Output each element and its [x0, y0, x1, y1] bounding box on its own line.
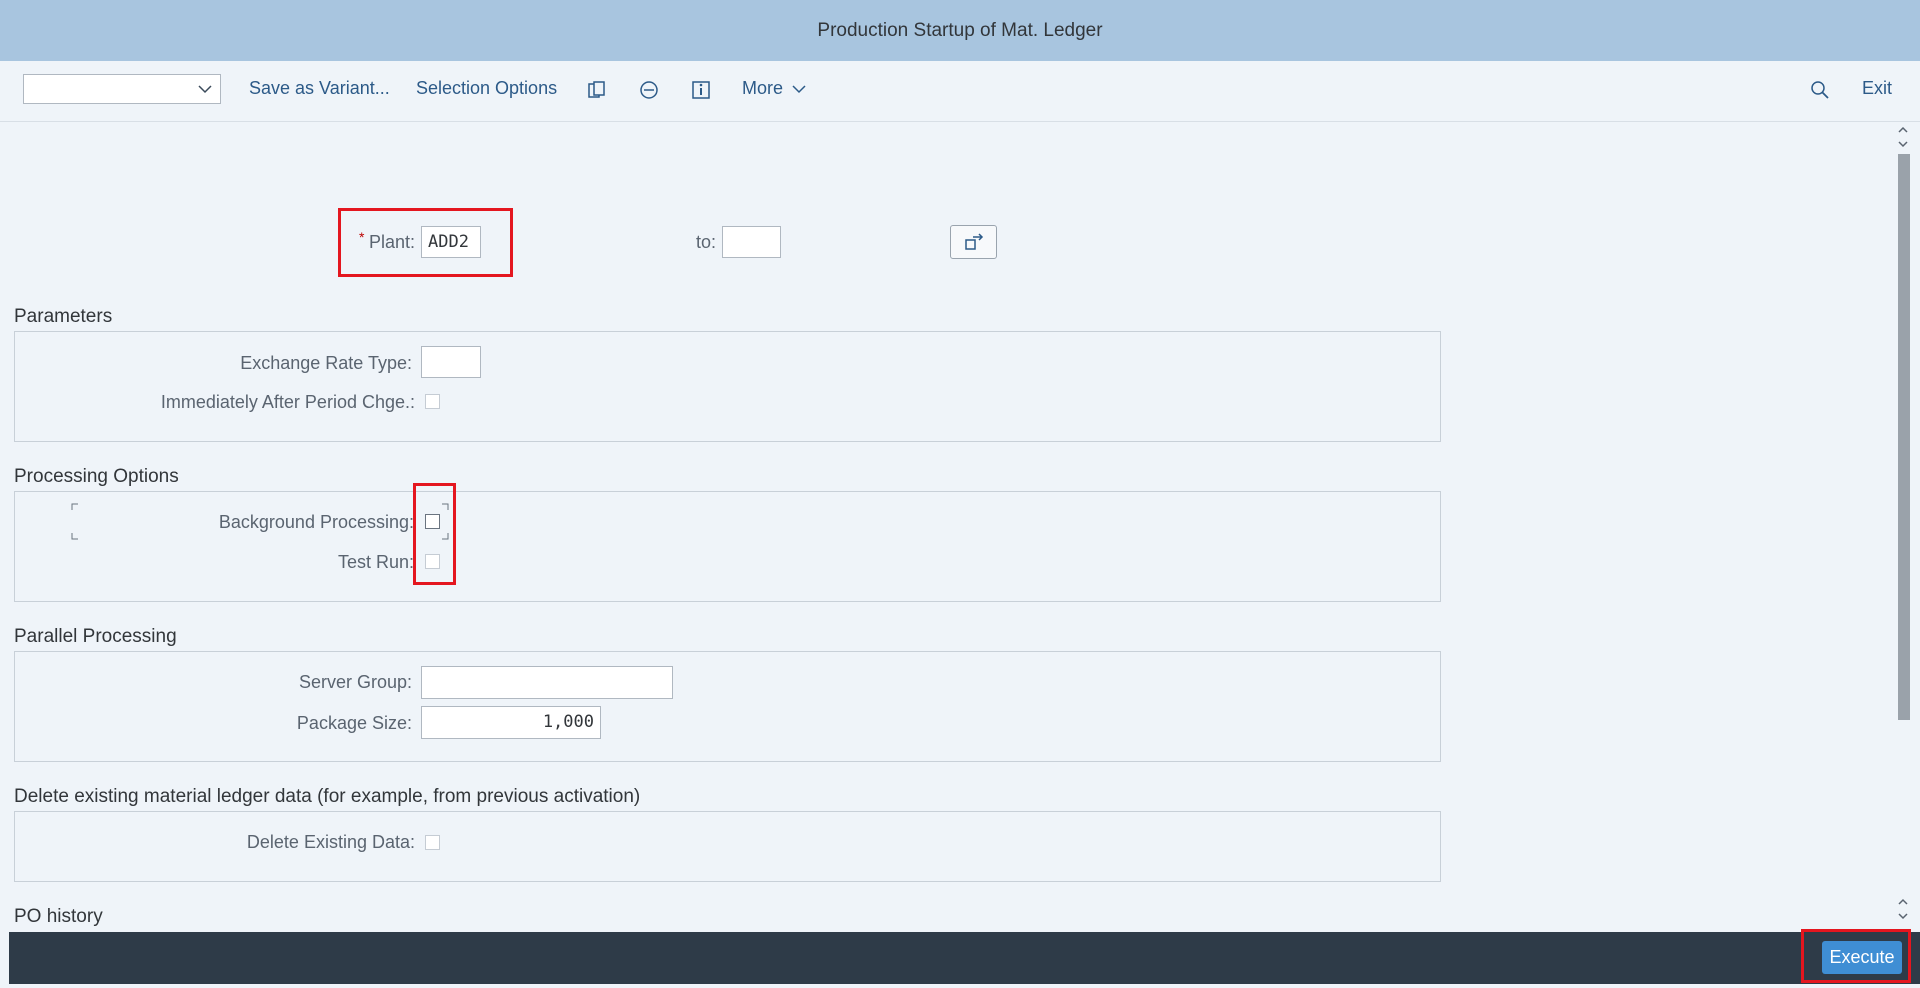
delete-existing-data-label: Delete Existing Data:	[246, 832, 415, 852]
chevron-down-icon	[792, 85, 806, 94]
exchange-rate-type-input[interactable]	[421, 346, 481, 378]
processing-options-group	[14, 491, 1441, 602]
section-po-history-title: PO history	[14, 906, 103, 927]
package-size-input[interactable]: 1,000	[421, 706, 601, 739]
chevron-down-icon	[198, 85, 212, 94]
delete-data-group	[14, 811, 1441, 882]
section-parameters-title: Parameters	[14, 306, 113, 327]
server-group-input[interactable]	[421, 666, 673, 699]
after-period-change-label: Immediately After Period Chge.:	[160, 392, 415, 412]
copy-icon[interactable]	[587, 80, 607, 100]
footer-bar	[9, 932, 1920, 984]
delete-existing-data-checkbox[interactable]	[425, 835, 440, 850]
more-button[interactable]: More	[742, 78, 807, 99]
test-run-label: Test Run:	[337, 552, 414, 572]
highlight-box	[1801, 929, 1911, 983]
more-label: More	[742, 78, 784, 98]
to-label: to:	[696, 232, 717, 252]
background-processing-label: Background Processing:	[218, 512, 414, 532]
minus-circle-icon[interactable]	[639, 80, 659, 100]
multiple-selection-icon	[964, 233, 983, 250]
exchange-rate-type-label: Exchange Rate Type:	[240, 353, 412, 373]
focus-corner-icon	[71, 503, 78, 540]
search-icon[interactable]	[1810, 80, 1830, 100]
scroll-thumb[interactable]	[1898, 154, 1910, 720]
section-processing-options-title: Processing Options	[14, 466, 179, 487]
multiple-selection-button[interactable]	[950, 225, 997, 259]
save-as-variant-button[interactable]: Save as Variant...	[249, 78, 390, 99]
exit-button[interactable]: Exit	[1862, 78, 1892, 99]
highlight-box	[413, 483, 456, 585]
section-parallel-processing-title: Parallel Processing	[14, 626, 177, 647]
selection-options-button[interactable]: Selection Options	[416, 78, 557, 99]
section-delete-data-title: Delete existing material ledger data (fo…	[14, 786, 641, 807]
scroll-down-icon[interactable]	[1896, 896, 1910, 922]
plant-to-input[interactable]	[722, 226, 781, 258]
page-title: Production Startup of Mat. Ledger	[817, 19, 1103, 41]
toolbar: Save as Variant... Selection Options Mor…	[0, 61, 1920, 122]
package-size-label: Package Size:	[296, 713, 412, 733]
server-group-label: Server Group:	[298, 672, 412, 692]
title-bar: Production Startup of Mat. Ledger	[0, 0, 1920, 61]
scrollbar[interactable]	[1895, 122, 1912, 924]
parameters-group	[14, 331, 1441, 442]
variant-select[interactable]	[23, 74, 221, 104]
info-icon[interactable]	[691, 80, 711, 100]
after-period-change-checkbox[interactable]	[425, 394, 440, 409]
scroll-up-icon[interactable]	[1896, 124, 1910, 150]
highlight-box	[338, 208, 513, 277]
parallel-processing-group	[14, 651, 1441, 762]
